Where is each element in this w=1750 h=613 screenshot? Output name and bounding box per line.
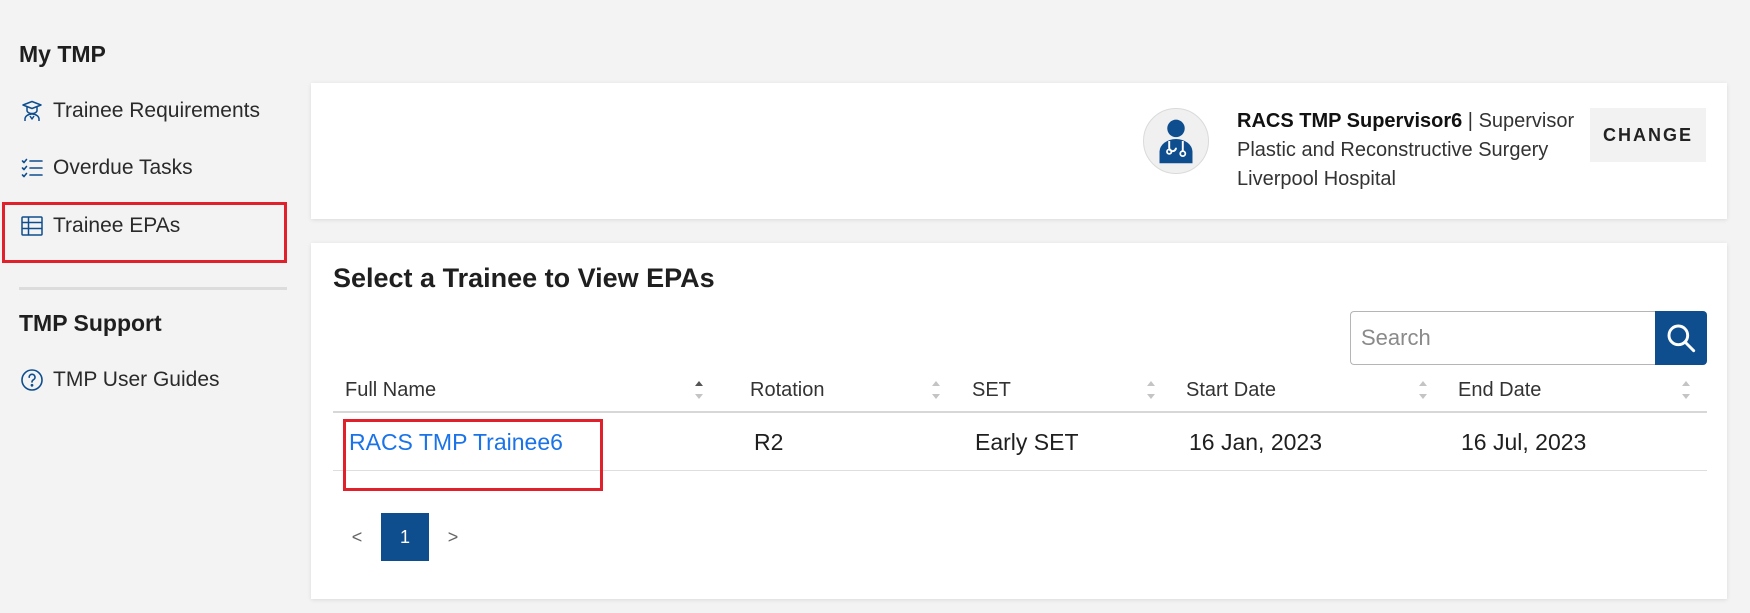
pagination: < 1 > xyxy=(333,513,477,561)
sidebar-item-trainee-requirements[interactable]: Trainee Requirements xyxy=(19,91,260,131)
user-specialty: Plastic and Reconstructive Surgery xyxy=(1237,139,1549,161)
sort-icon[interactable] xyxy=(694,381,704,399)
sidebar-item-label: TMP User Guides xyxy=(53,368,220,391)
page-number-current[interactable]: 1 xyxy=(381,513,429,561)
column-header-rotation[interactable]: Rotation xyxy=(750,367,825,413)
checklist-icon xyxy=(19,155,45,181)
column-header-full-name[interactable]: Full Name xyxy=(345,367,436,413)
sort-icon[interactable] xyxy=(1681,381,1691,399)
sidebar: My TMP Trainee Requirements Overdue Task… xyxy=(0,0,290,613)
selection-highlight-box xyxy=(343,419,603,491)
end-date-cell: 16 Jul, 2023 xyxy=(1461,428,1587,455)
sort-icon[interactable] xyxy=(931,381,941,399)
column-header-start-date[interactable]: Start Date xyxy=(1186,367,1276,413)
profile-info: RACS TMP Supervisor6 | Supervisor Plasti… xyxy=(1237,107,1574,194)
column-header-end-date[interactable]: End Date xyxy=(1458,367,1541,413)
set-cell: Early SET xyxy=(975,428,1079,455)
graduate-icon xyxy=(19,98,45,124)
sidebar-divider xyxy=(19,287,287,290)
search-icon xyxy=(1665,322,1697,354)
search-input[interactable] xyxy=(1350,311,1655,365)
help-circle-icon xyxy=(19,367,45,393)
sort-icon[interactable] xyxy=(1418,381,1428,399)
user-role: Supervisor xyxy=(1478,110,1575,132)
column-header-set[interactable]: SET xyxy=(972,367,1011,413)
profile-card: RACS TMP Supervisor6 | Supervisor Plasti… xyxy=(311,83,1727,219)
doctor-avatar-icon xyxy=(1143,108,1209,174)
profile-name-line: RACS TMP Supervisor6 | Supervisor xyxy=(1237,107,1574,136)
tmp-support-heading: TMP Support xyxy=(19,310,162,336)
page-title: Select a Trainee to View EPAs xyxy=(333,263,715,293)
user-hospital: Liverpool Hospital xyxy=(1237,168,1396,190)
rotation-cell: R2 xyxy=(754,428,784,455)
start-date-cell: 16 Jan, 2023 xyxy=(1189,428,1323,455)
sort-icon[interactable] xyxy=(1146,381,1156,399)
name-role-separator: | xyxy=(1462,110,1479,132)
selection-highlight-box xyxy=(2,202,287,263)
sidebar-item-tmp-user-guides[interactable]: TMP User Guides xyxy=(19,360,220,400)
sidebar-item-overdue-tasks[interactable]: Overdue Tasks xyxy=(19,148,193,188)
user-name: RACS TMP Supervisor6 xyxy=(1237,110,1463,132)
next-page-button[interactable]: > xyxy=(429,513,477,561)
table-header: Full Name Rotation SET Start Date End Da… xyxy=(333,367,1707,413)
sidebar-item-label: Overdue Tasks xyxy=(53,156,193,179)
search-button[interactable] xyxy=(1655,311,1707,365)
change-button[interactable]: CHANGE xyxy=(1590,108,1706,162)
search-bar xyxy=(1350,311,1707,365)
my-tmp-heading: My TMP xyxy=(19,41,106,67)
sidebar-item-label: Trainee Requirements xyxy=(53,99,260,122)
previous-page-button[interactable]: < xyxy=(333,513,381,561)
